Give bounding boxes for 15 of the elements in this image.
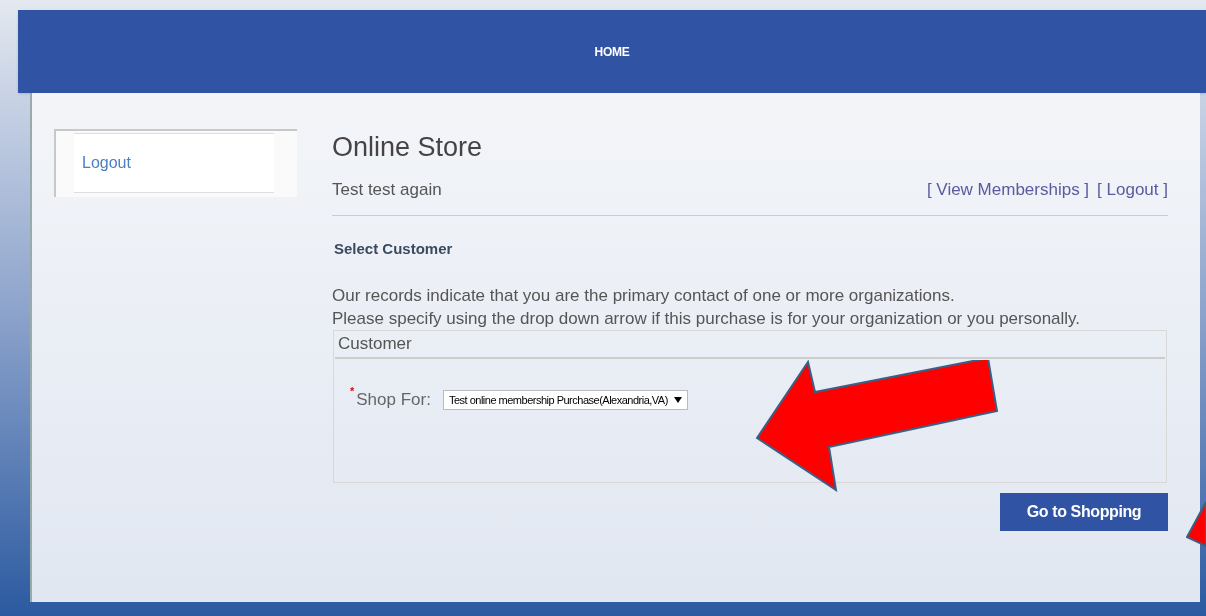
required-mark: * (350, 384, 355, 399)
section-title: Select Customer (334, 238, 454, 259)
caret-icon (673, 396, 682, 403)
fieldset-legend: Customer (335, 331, 1165, 359)
intro-text: Our records indicate that you are the primary contact of one or more organizations. (332, 285, 956, 307)
user-name: Test test again (332, 179, 442, 201)
bracketed-link[interactable]: [ View Memberships ] (926, 177, 1090, 203)
go-to-shopping-button[interactable]: Go to Shopping (1000, 493, 1168, 531)
shop-for-dropdown[interactable]: Test online membership Purchase(Alexandria,VA) (442, 389, 688, 410)
intro-text: Please specify using the drop down arrow if this purchase is for your organization or you personally. (332, 308, 1082, 330)
sidebar-link[interactable]: Logout (82, 151, 131, 175)
page-title: Online Store (332, 131, 484, 163)
bracketed-link[interactable]: [ Logout ] (1097, 177, 1168, 203)
home-link[interactable]: HOME (594, 42, 630, 61)
field-label: Shop For: (356, 389, 431, 411)
